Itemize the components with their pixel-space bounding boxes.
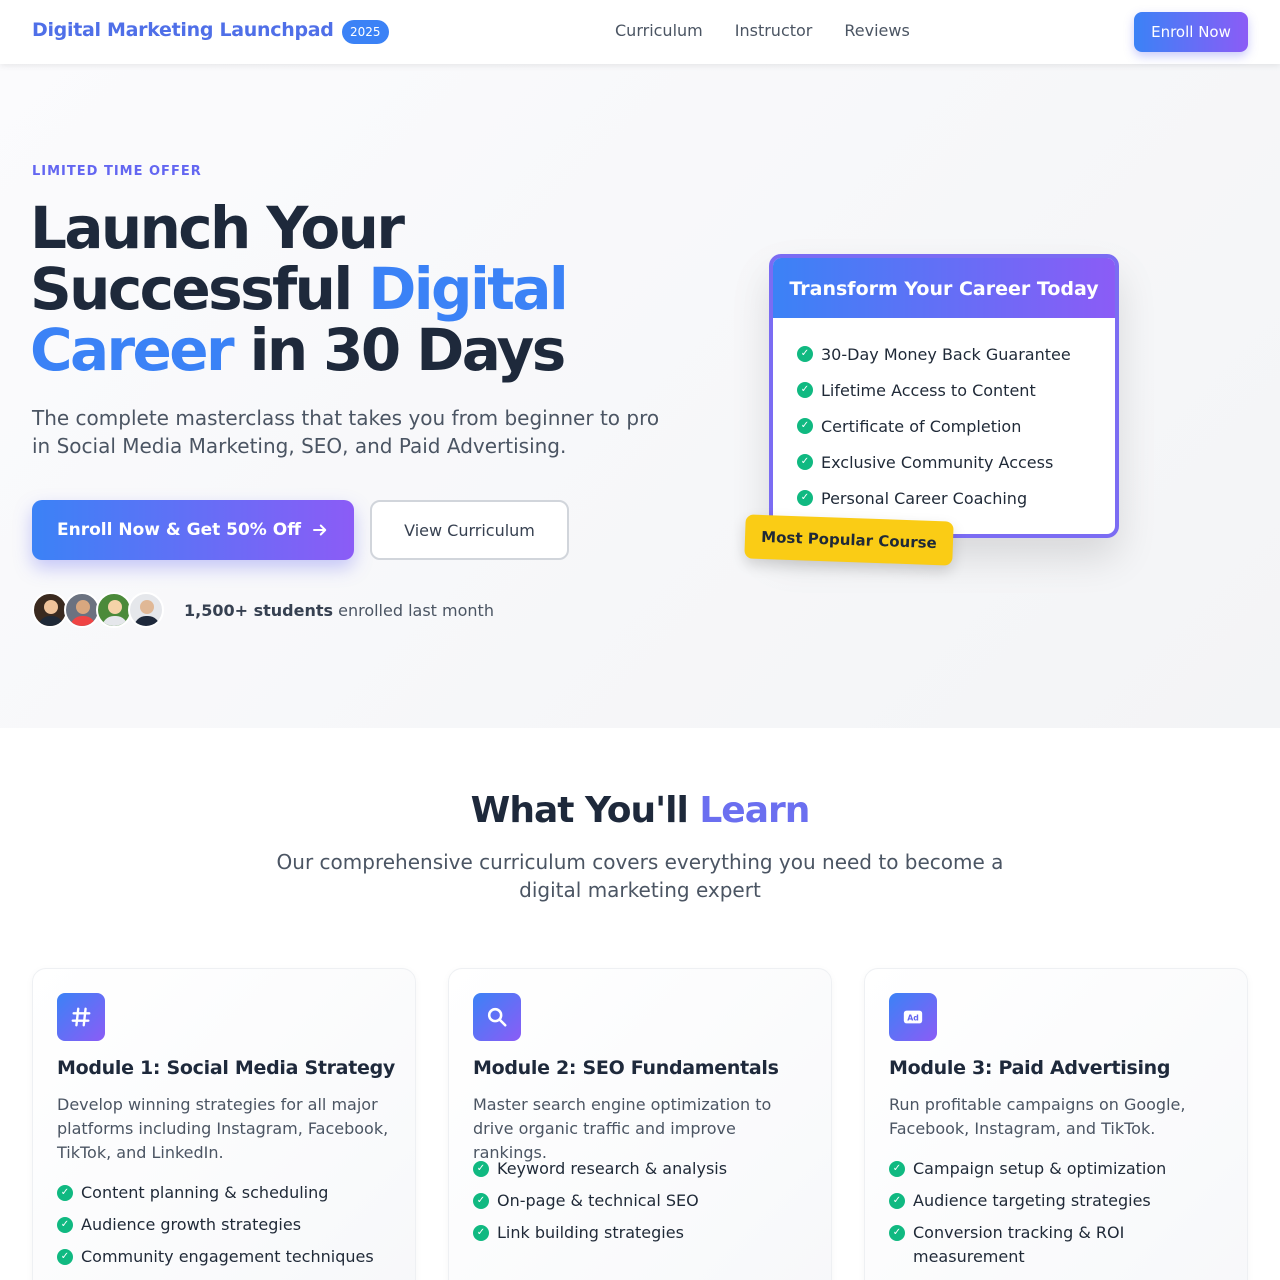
avatar [128,592,164,628]
check-circle-icon: ✓ [473,1193,489,1209]
check-circle-icon: ✓ [797,418,813,434]
learn-section-title: What You'll Learn [0,790,1280,831]
module-card-paid-ads[interactable]: Ad Module 3: Paid Advertising Run profit… [864,968,1248,1280]
nav-link-reviews[interactable]: Reviews [844,21,909,40]
module-topic: ✓ Link building strategies [473,1221,809,1245]
module-topic-label: Keyword research & analysis [497,1159,728,1178]
hero-subtitle: The complete masterclass that takes you … [32,406,660,458]
module-topic-label: Link building strategies [497,1223,684,1242]
offer-benefit: ✓ Exclusive Community Access [797,444,1115,480]
module-topic: ✓ Keyword research & analysis [473,1157,809,1181]
check-circle-icon: ✓ [473,1161,489,1177]
avatar [32,592,68,628]
check-circle-icon: ✓ [797,454,813,470]
view-curriculum-button[interactable]: View Curriculum [370,500,569,560]
module-topics-list: ✓ Keyword research & analysis ✓ On-page & … [473,1157,809,1253]
check-circle-icon: ✓ [57,1217,73,1233]
module-description: Master search engine optimization to dri… [473,1095,772,1162]
module-topics-list: ✓ Content planning & scheduling ✓ Audience… [57,1181,393,1277]
module-topic-label: Campaign setup & optimization [913,1159,1167,1178]
offer-benefit: ✓ 30-Day Money Back Guarantee [797,336,1115,372]
students-count: 1,500+ students [184,601,334,620]
module-title: Module 2: SEO Fundamentals [473,1057,779,1079]
check-circle-icon: ✓ [889,1161,905,1177]
module-topic: ✓ Audience growth strategies [57,1213,393,1237]
offer-benefit-label: Personal Career Coaching [821,488,1028,508]
search-icon [473,993,521,1041]
check-circle-icon: ✓ [889,1193,905,1209]
year-badge: 2025 [342,20,389,44]
offer-benefit: ✓ Personal Career Coaching [797,480,1115,516]
module-topic: ✓ On-page & technical SEO [473,1189,809,1213]
module-topic: ✓ Content planning & scheduling [57,1181,393,1205]
enroll-discount-label: Enroll Now & Get 50% Off [57,520,301,540]
headline-part-2: in 30 Days [232,316,567,384]
hero-eyebrow: LIMITED TIME OFFER [32,164,202,179]
ad-icon: Ad [889,993,937,1041]
students-suffix: enrolled last month [333,601,494,620]
learn-title-highlight: Learn [699,790,810,831]
module-topic: ✓ Community engagement techniques [57,1245,393,1269]
module-topic-label: Community engagement techniques [81,1247,374,1266]
avatar [96,592,132,628]
module-description: Run profitable campaigns on Google, Face… [889,1095,1186,1138]
module-card-social-media[interactable]: Module 1: Social Media Strategy Develop … [32,968,416,1280]
offer-benefit-label: Certificate of Completion [821,416,1022,436]
module-title: Module 1: Social Media Strategy [57,1057,395,1079]
module-topic: ✓ Audience targeting strategies [889,1189,1225,1213]
most-popular-badge: Most Popular Course [744,514,954,566]
students-enrolled-text: 1,500+ students enrolled last month [184,601,494,620]
offer-benefit: ✓ Lifetime Access to Content [797,372,1115,408]
offer-benefit-label: 30-Day Money Back Guarantee [821,344,1071,364]
module-topic-label: Audience growth strategies [81,1215,302,1234]
module-topic-label: Conversion tracking & ROI measurement [913,1223,1125,1266]
nav-link-instructor[interactable]: Instructor [735,21,813,40]
offer-benefit: ✓ Certificate of Completion [797,408,1115,444]
offer-benefit-label: Lifetime Access to Content [821,380,1036,400]
module-title: Module 3: Paid Advertising [889,1057,1171,1079]
check-circle-icon: ✓ [797,346,813,362]
nav-enroll-button[interactable]: Enroll Now [1134,12,1248,52]
avatar [64,592,100,628]
learn-section-subtitle: Our comprehensive curriculum covers ever… [276,850,1004,902]
check-circle-icon: ✓ [797,490,813,506]
brand-logo[interactable]: Digital Marketing Launchpad [32,19,334,41]
offer-card-title: Transform Your Career Today [773,258,1115,318]
module-topic: ✓ Conversion tracking & ROI measurement [889,1221,1225,1269]
module-topic-label: On-page & technical SEO [497,1191,699,1210]
check-circle-icon: ✓ [473,1225,489,1241]
module-topic: ✓ Campaign setup & optimization [889,1157,1225,1181]
hashtag-icon [57,993,105,1041]
learn-title-part-1: What You'll [470,790,700,831]
module-topic-label: Content planning & scheduling [81,1183,329,1202]
module-topic-label: Audience targeting strategies [913,1191,1151,1210]
nav-links: Curriculum Instructor Reviews [615,21,910,40]
arrow-right-icon [313,524,327,536]
enroll-discount-button[interactable]: Enroll Now & Get 50% Off [32,500,354,560]
nav-link-curriculum[interactable]: Curriculum [615,21,703,40]
check-circle-icon: ✓ [797,382,813,398]
offer-card: Transform Your Career Today ✓ 30-Day Mone… [769,254,1119,538]
check-circle-icon: ✓ [889,1225,905,1241]
module-description: Develop winning strategies for all major… [57,1095,389,1162]
headline-part-1: Launch Your Successful [30,194,405,323]
check-circle-icon: ✓ [57,1185,73,1201]
module-topics-list: ✓ Campaign setup & optimization ✓ Audience… [889,1157,1225,1277]
top-navbar: Digital Marketing Launchpad 2025 Curricu… [0,0,1280,64]
offer-benefits-list: ✓ 30-Day Money Back Guarantee ✓ Lifetime A… [773,318,1115,516]
hero-section: LIMITED TIME OFFER Launch Your Successfu… [0,64,1280,728]
check-circle-icon: ✓ [57,1249,73,1265]
student-avatars [32,592,164,628]
offer-benefit-label: Exclusive Community Access [821,452,1054,472]
hero-headline: Launch Your Successful Digital Career in… [30,198,670,381]
svg-text:Ad: Ad [907,1014,919,1023]
module-card-seo[interactable]: Module 2: SEO Fundamentals Master search… [448,968,832,1280]
